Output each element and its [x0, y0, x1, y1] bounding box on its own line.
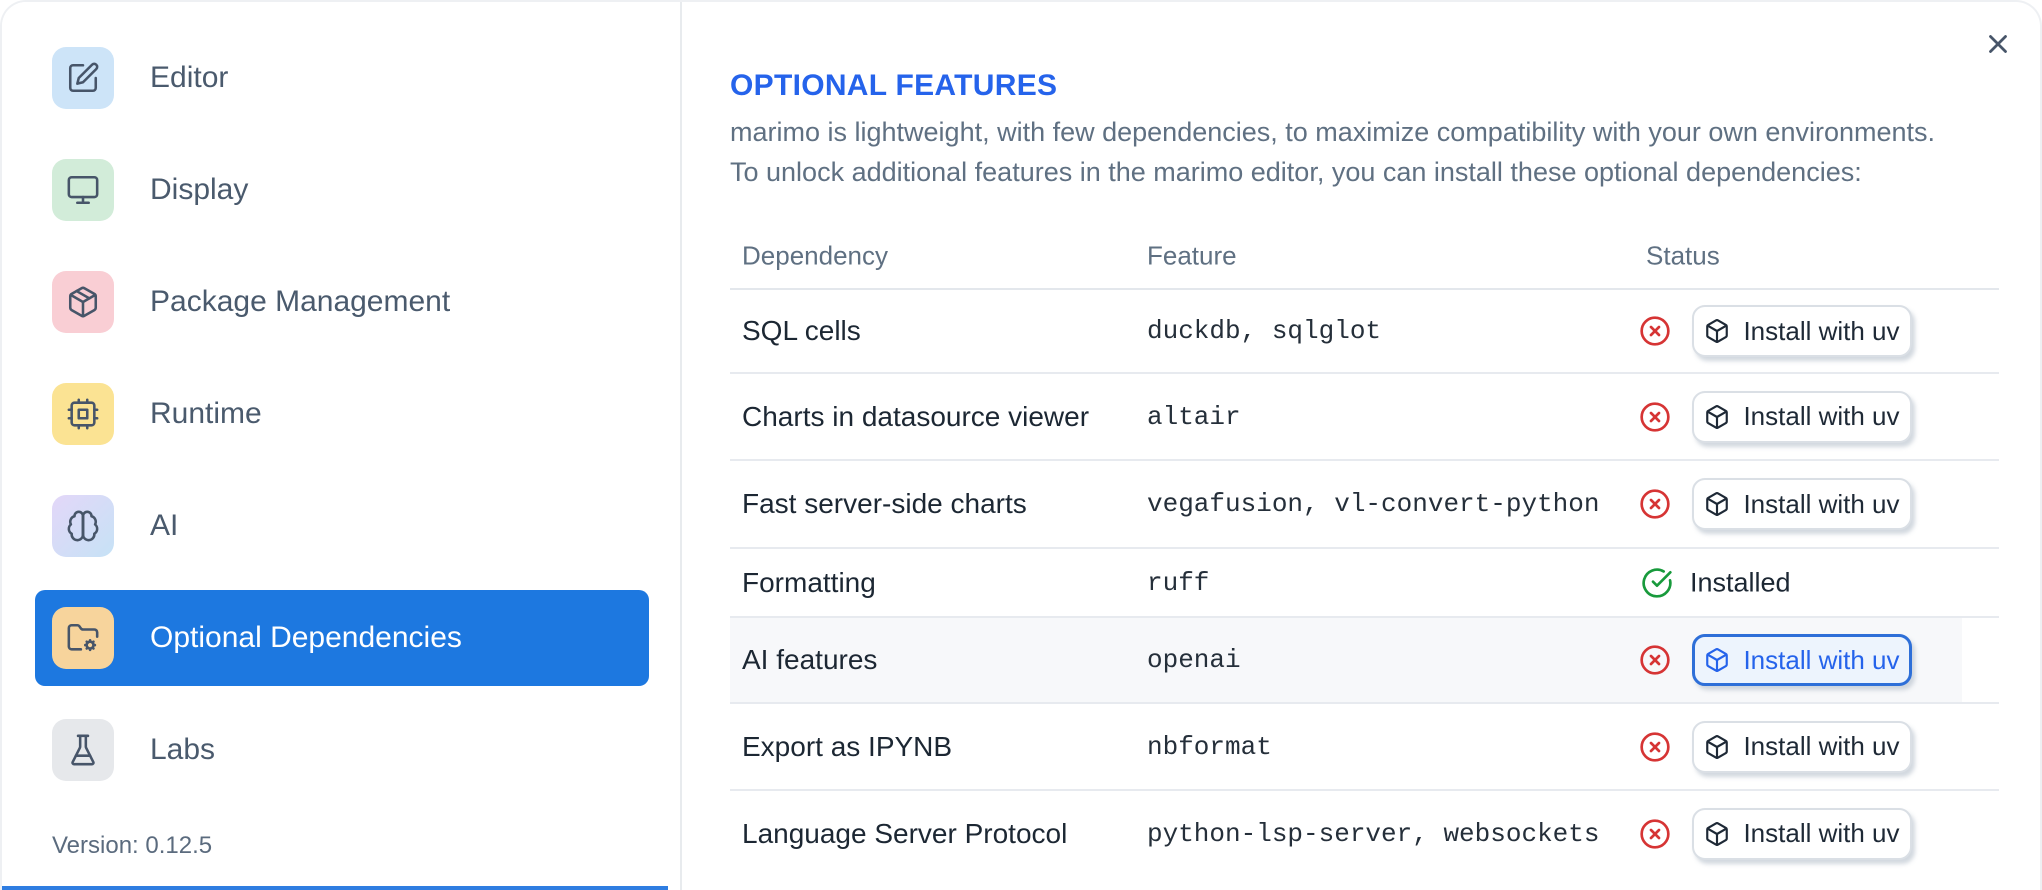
sidebar-item-display[interactable]: Display — [35, 142, 649, 238]
dependency-name: Fast server-side charts — [742, 488, 1027, 519]
box-icon — [1706, 734, 1729, 759]
install-button-label: Install with uv — [1743, 488, 1900, 519]
circle-x-icon — [1639, 818, 1671, 850]
box-icon — [1706, 492, 1729, 516]
install-button-label: Install with uv — [1743, 401, 1900, 431]
sidebar-item-optional-dependencies[interactable]: Optional Dependencies — [35, 590, 649, 686]
circle-x-icon — [1639, 315, 1671, 347]
install-with-uv-button[interactable]: Install with uv — [1692, 807, 1912, 860]
table-row: Language Server Protocol python-lsp-serv… — [730, 791, 1999, 876]
page-title: OPTIONAL FEATURES — [730, 69, 1058, 103]
description: marimo is lightweight, with few dependen… — [730, 112, 1935, 192]
box-icon — [1706, 821, 1729, 846]
table-row: Fast server-side charts vegafusion, vl-c… — [730, 461, 1999, 549]
circle-x-icon — [1639, 401, 1671, 433]
sidebar-item-labs[interactable]: Labs — [35, 702, 649, 798]
sidebar-item-label: Editor — [150, 61, 229, 94]
install-with-uv-button[interactable]: Install with uv — [1692, 478, 1912, 530]
table-row: AI features openai Install with uv — [730, 618, 1999, 704]
version-label: Version: 0.12.5 — [52, 832, 213, 859]
feature-packages: openai — [1147, 645, 1241, 675]
feature-packages: python-lsp-server, websockets — [1147, 818, 1600, 849]
sidebar-item-label: AI — [150, 509, 179, 542]
close-button[interactable] — [1974, 20, 2022, 68]
install-button-label: Install with uv — [1743, 818, 1900, 848]
table-row: Formatting ruff Installed — [730, 549, 1999, 618]
settings-screen: Editor Display Package Management Runtim… — [0, 0, 2042, 890]
install-button-label: Install with uv — [1743, 731, 1900, 761]
feature-packages: altair — [1147, 401, 1241, 432]
install-with-uv-button[interactable]: Install with uv — [1692, 390, 1912, 443]
sidebar-item-package-management[interactable]: Package Management — [35, 254, 649, 350]
install-with-uv-button[interactable]: Install with uv — [1692, 720, 1912, 773]
table-row: Charts in datasource viewer altair Insta… — [730, 374, 1999, 461]
flask-icon — [52, 719, 114, 781]
dependencies-table: Dependency Feature Status SQL cells duck… — [730, 224, 1999, 876]
feature-packages: ruff — [1147, 567, 1210, 598]
box-icon — [1706, 648, 1729, 672]
install-button-label: Install with uv — [1743, 644, 1900, 675]
column-header-status: Status — [1646, 240, 1720, 271]
column-header-feature: Feature — [1147, 240, 1237, 271]
sidebar-item-label: Runtime — [150, 397, 262, 430]
dependency-name: SQL cells — [742, 315, 861, 346]
sidebar-item-ai[interactable]: AI — [35, 478, 649, 574]
bottom-accent-strip — [2, 886, 668, 890]
column-header-dependency: Dependency — [742, 240, 888, 271]
description-line: marimo is lightweight, with few dependen… — [730, 117, 1936, 147]
dependency-name: AI features — [742, 644, 878, 675]
circle-x-icon — [1639, 488, 1671, 520]
settings-dialog: Editor Display Package Management Runtim… — [0, 0, 2042, 890]
dependency-name: Language Server Protocol — [742, 817, 1068, 849]
sidebar-item-label: Package Management — [150, 285, 451, 318]
cpu-icon — [52, 383, 114, 445]
sidebar-item-runtime[interactable]: Runtime — [35, 366, 649, 462]
folder-cog-icon — [52, 607, 114, 669]
install-with-uv-button[interactable]: Install with uv — [1692, 305, 1912, 357]
circle-check-icon — [1641, 567, 1673, 599]
sidebar-item-label: Display — [150, 173, 249, 206]
feature-packages: nbformat — [1147, 731, 1272, 762]
sidebar-item-label: Optional Dependencies — [150, 621, 462, 654]
dependency-name: Charts in datasource viewer — [742, 400, 1090, 432]
sidebar-item-label: Labs — [150, 733, 216, 766]
settings-sidebar: Editor Display Package Management Runtim… — [2, 2, 682, 890]
brain-icon — [52, 495, 114, 557]
sidebar-item-editor[interactable]: Editor — [35, 30, 649, 126]
box-icon — [1706, 404, 1729, 429]
install-button-label: Install with uv — [1743, 315, 1900, 346]
close-icon — [1983, 29, 2013, 59]
feature-packages: vegafusion, vl-convert-python — [1147, 489, 1600, 519]
feature-packages: duckdb, sqlglot — [1147, 316, 1382, 346]
install-with-uv-button[interactable]: Install with uv — [1692, 634, 1912, 686]
package-icon — [52, 271, 114, 333]
dependency-name: Export as IPYNB — [742, 730, 953, 762]
table-header: Dependency Feature Status — [730, 224, 1999, 290]
dependency-name: Formatting — [742, 566, 876, 598]
circle-x-icon — [1639, 731, 1671, 763]
monitor-icon — [52, 159, 114, 221]
table-row: SQL cells duckdb, sqlglot Install with u… — [730, 290, 1999, 374]
installed-status-label: Installed — [1690, 567, 1791, 597]
box-icon — [1706, 319, 1729, 343]
pencil-square-icon — [52, 47, 114, 109]
description-line: To unlock additional features in the mar… — [730, 157, 1862, 187]
circle-x-icon — [1639, 644, 1671, 676]
table-row: Export as IPYNB nbformat Install with uv — [730, 704, 1999, 791]
